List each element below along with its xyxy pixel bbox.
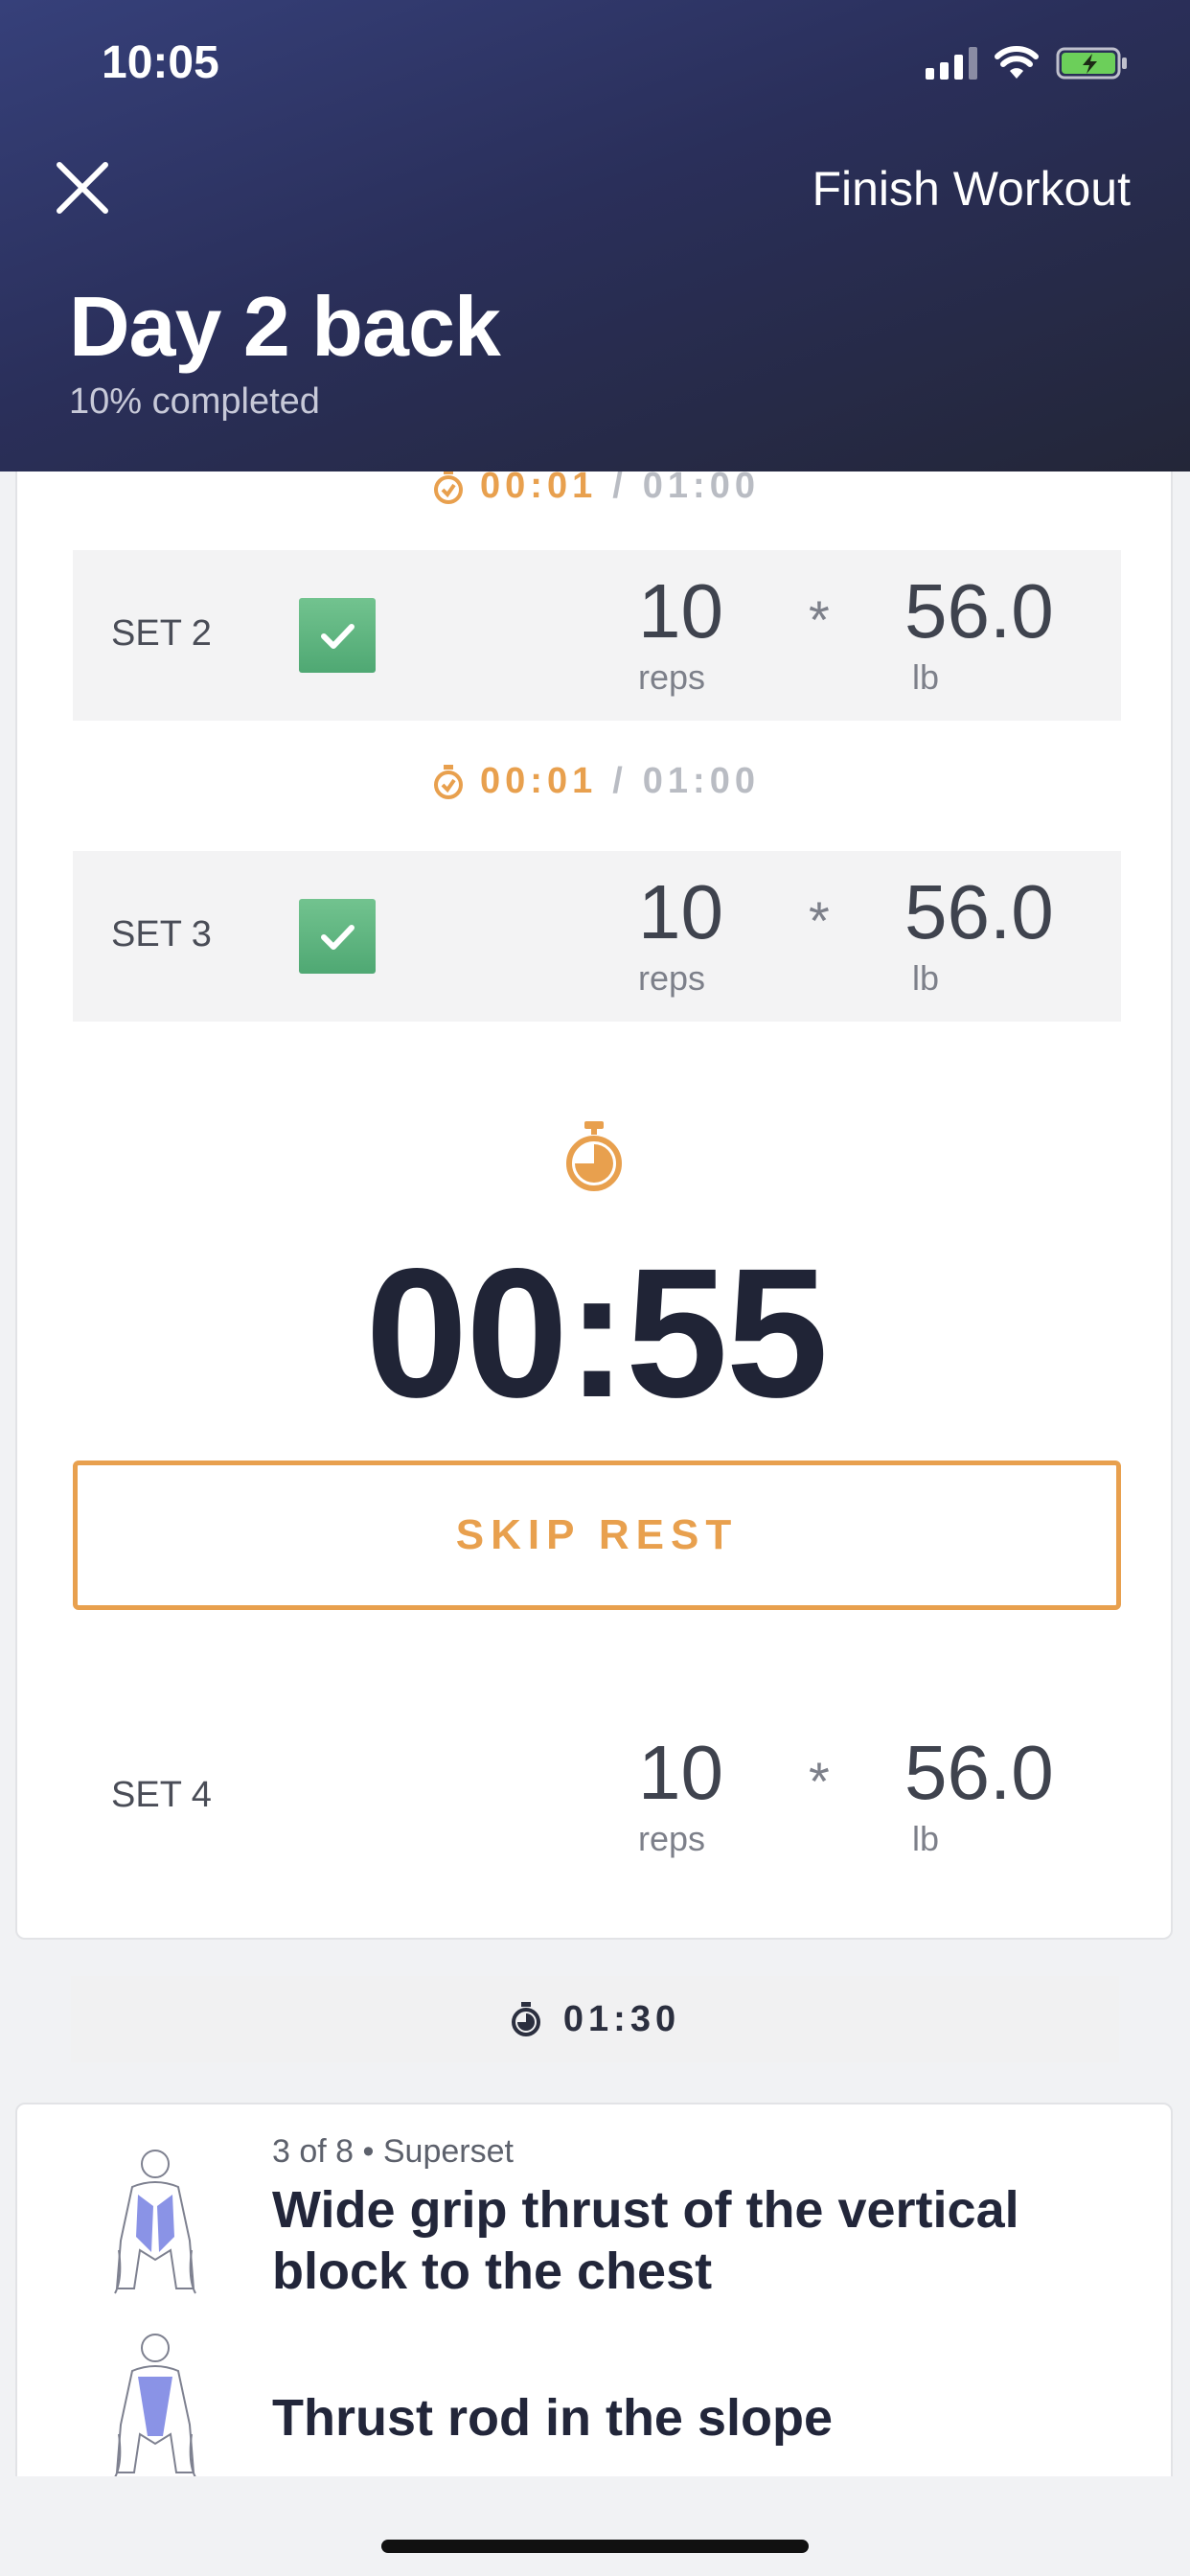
wifi-icon bbox=[995, 46, 1039, 79]
muscle-figure-icon bbox=[114, 2150, 196, 2294]
finish-workout-button[interactable]: Finish Workout bbox=[812, 161, 1131, 217]
stopwatch-icon bbox=[511, 2002, 540, 2036]
reps-value[interactable]: 10 bbox=[638, 1729, 723, 1817]
workout-progress: 10% completed bbox=[69, 381, 320, 422]
stopwatch-icon bbox=[434, 469, 464, 504]
weight-unit: lb bbox=[912, 657, 940, 697]
weight-value[interactable]: 56.0 bbox=[904, 1729, 1054, 1817]
workout-header: 10:05 Finish Workout Day 2 back 10% comp… bbox=[0, 0, 1190, 472]
exercise-rest-duration: 01:30 bbox=[562, 1998, 681, 2039]
stopwatch-icon bbox=[566, 1121, 622, 1191]
workout-title: Day 2 back bbox=[69, 279, 501, 374]
battery-icon bbox=[1056, 47, 1127, 80]
muscle-figure-icon bbox=[114, 2334, 196, 2478]
times-symbol: * bbox=[809, 1751, 830, 1811]
rest-total: 01:00 bbox=[642, 466, 760, 506]
set-label: SET 3 bbox=[111, 914, 212, 954]
weight-value[interactable]: 56.0 bbox=[904, 567, 1054, 656]
home-indicator[interactable] bbox=[381, 2540, 809, 2553]
exercise-name: Thrust rod in the slope bbox=[272, 2389, 834, 2447]
set-rest-row: 00:01 / 01:00 bbox=[17, 466, 1175, 507]
rest-elapsed: 00:01 bbox=[480, 761, 598, 801]
close-icon[interactable] bbox=[52, 157, 113, 218]
reps-unit: reps bbox=[638, 1819, 706, 1858]
times-symbol: * bbox=[809, 589, 830, 650]
status-time: 10:05 bbox=[102, 37, 219, 88]
exercise-card: 00:01 / 01:00 SET 2 10 reps * 56.0 lb 00… bbox=[15, 422, 1173, 1940]
set-rest-row: 00:01 / 01:00 bbox=[17, 761, 1175, 802]
reps-unit: reps bbox=[638, 958, 706, 998]
reps-value[interactable]: 10 bbox=[638, 868, 723, 956]
exercise-rest-row[interactable]: 01:30 bbox=[71, 1976, 1119, 2062]
rest-total: 01:00 bbox=[642, 761, 760, 801]
weight-unit: lb bbox=[912, 1819, 940, 1858]
set-row[interactable]: SET 3 10 reps * 56.0 lb bbox=[73, 851, 1121, 1022]
rest-separator: / bbox=[612, 466, 628, 506]
rest-separator: / bbox=[612, 761, 628, 801]
skip-rest-button[interactable]: SKIP REST bbox=[73, 1460, 1121, 1610]
stopwatch-icon bbox=[434, 764, 464, 799]
check-icon bbox=[321, 624, 355, 649]
set-label: SET 2 bbox=[111, 613, 212, 654]
set-row[interactable]: SET 2 10 reps * 56.0 lb bbox=[73, 550, 1121, 721]
bottom-safe-area bbox=[0, 2476, 1190, 2576]
weight-value[interactable]: 56.0 bbox=[904, 868, 1054, 956]
check-icon bbox=[321, 925, 355, 950]
times-symbol: * bbox=[809, 890, 830, 951]
rest-elapsed: 00:01 bbox=[480, 466, 598, 506]
rest-countdown: 00:55 bbox=[365, 1230, 828, 1436]
set-row[interactable]: SET 4 10 reps * 56.0 lb bbox=[73, 1712, 1121, 1882]
weight-unit: lb bbox=[912, 958, 940, 998]
reps-unit: reps bbox=[638, 657, 706, 697]
set-complete-checkbox[interactable] bbox=[299, 899, 376, 974]
exercise-name: Wide grip thrust of the vertical block t… bbox=[272, 2181, 1019, 2300]
set-label: SET 4 bbox=[111, 1775, 212, 1815]
status-icons bbox=[926, 46, 1129, 80]
signal-icon bbox=[926, 47, 977, 80]
next-exercise-card[interactable]: 3 of 8 • Superset Wide grip thrust of th… bbox=[15, 2103, 1173, 2486]
reps-value[interactable]: 10 bbox=[638, 567, 723, 656]
set-complete-checkbox[interactable] bbox=[299, 598, 376, 673]
exercise-meta: 3 of 8 • Superset bbox=[272, 2133, 514, 2170]
